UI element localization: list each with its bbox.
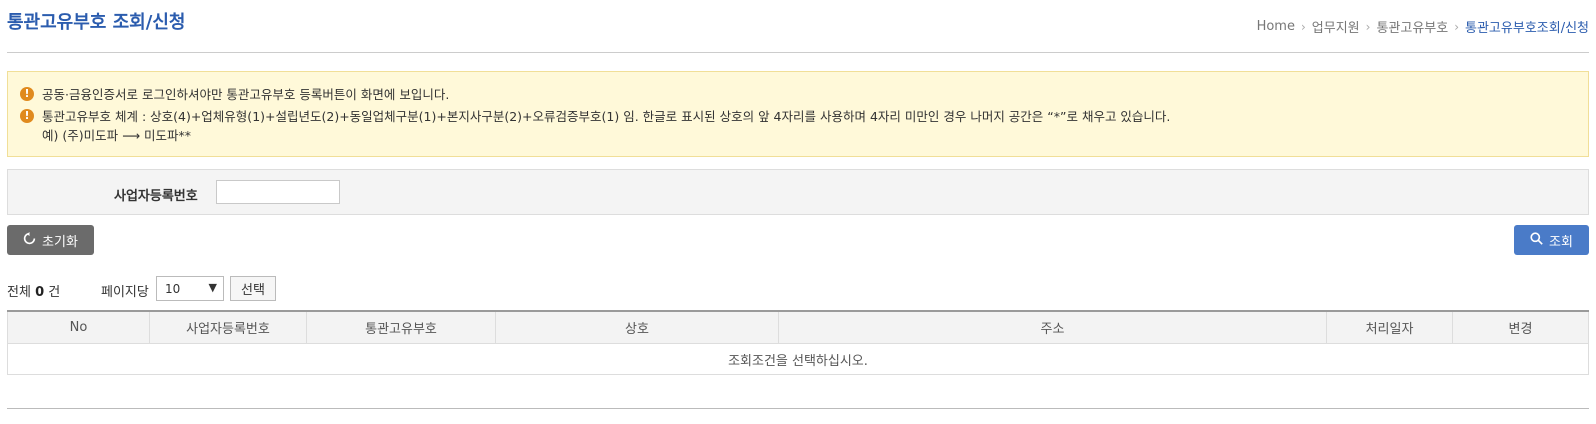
chevron-right-icon: › bbox=[1365, 19, 1371, 34]
per-page-select[interactable]: 10 ▼ bbox=[156, 276, 224, 301]
notice-box: ! 공동·금융인증서로 로그인하셔야만 통관고유부호 등록버튼이 화면에 보입니… bbox=[7, 71, 1589, 157]
breadcrumb-customs-code[interactable]: 통관고유부호 bbox=[1376, 17, 1448, 36]
page-title: 통관고유부호 조회/신청 bbox=[7, 12, 186, 33]
search-button[interactable]: 조회 bbox=[1514, 225, 1589, 255]
column-header-business-number[interactable]: 사업자등록번호 bbox=[149, 310, 307, 344]
breadcrumb-home[interactable]: Home bbox=[1257, 19, 1295, 34]
per-page-value: 10 bbox=[165, 281, 181, 296]
column-header-customs-code[interactable]: 통관고유부호 bbox=[306, 310, 496, 344]
search-panel: 사업자등록번호 bbox=[7, 169, 1589, 215]
column-header-company-name[interactable]: 상호 bbox=[495, 310, 779, 344]
total-number: 0 bbox=[35, 285, 45, 300]
business-number-label: 사업자등록번호 bbox=[114, 189, 198, 204]
column-header-change[interactable]: 변경 bbox=[1452, 310, 1589, 344]
exclamation-icon: ! bbox=[20, 86, 34, 101]
search-icon bbox=[1530, 231, 1543, 249]
notice-line-2: ! 통관고유부호 체계 : 상호(4)+업체유형(1)+설립년도(2)+동일업체… bbox=[20, 106, 1170, 125]
breadcrumb: Home › 업무지원 › 통관고유부호 › 통관고유부호조회/신청 bbox=[1257, 17, 1589, 36]
divider bbox=[7, 408, 1589, 409]
total-prefix: 전체 bbox=[7, 285, 31, 300]
table-header-row: No 사업자등록번호 통관고유부호 상호 주소 처리일자 변경 bbox=[7, 310, 1589, 344]
reset-button-label: 초기화 bbox=[42, 234, 78, 250]
notice-example: 예) (주)미도파 ⟶ 미도파** bbox=[42, 128, 191, 143]
column-header-address[interactable]: 주소 bbox=[778, 310, 1327, 344]
chevron-right-icon: › bbox=[1300, 19, 1306, 34]
results-table: No 사업자등록번호 통관고유부호 상호 주소 처리일자 변경 조회조건을 선택… bbox=[7, 310, 1589, 375]
notice-text-1: 공동·금융인증서로 로그인하셔야만 통관고유부호 등록버튼이 화면에 보입니다. bbox=[42, 87, 450, 102]
column-header-no[interactable]: No bbox=[7, 310, 150, 344]
breadcrumb-current: 통관고유부호조회/신청 bbox=[1465, 21, 1589, 36]
column-header-processed-date[interactable]: 처리일자 bbox=[1326, 310, 1453, 344]
exclamation-icon: ! bbox=[20, 108, 34, 123]
per-page-label: 페이지당 bbox=[101, 285, 149, 300]
select-button[interactable]: 선택 bbox=[230, 276, 276, 301]
table-row: 조회조건을 선택하십시오. bbox=[7, 343, 1589, 375]
reset-button[interactable]: 초기화 bbox=[7, 225, 94, 255]
search-button-label: 조회 bbox=[1549, 234, 1573, 250]
divider bbox=[7, 52, 1589, 53]
chevron-down-icon: ▼ bbox=[208, 281, 217, 294]
breadcrumb-support[interactable]: 업무지원 bbox=[1312, 17, 1360, 36]
notice-line-1: ! 공동·금융인증서로 로그인하셔야만 통관고유부호 등록버튼이 화면에 보입니… bbox=[20, 84, 449, 103]
business-number-input[interactable] bbox=[216, 180, 340, 204]
refresh-icon bbox=[23, 231, 36, 249]
notice-text-2: 통관고유부호 체계 : 상호(4)+업체유형(1)+설립년도(2)+동일업체구분… bbox=[42, 109, 1171, 124]
empty-message: 조회조건을 선택하십시오. bbox=[7, 343, 1589, 375]
total-suffix: 건 bbox=[48, 285, 61, 300]
total-count: 전체 0 건 bbox=[7, 281, 60, 300]
chevron-right-icon: › bbox=[1454, 19, 1460, 34]
